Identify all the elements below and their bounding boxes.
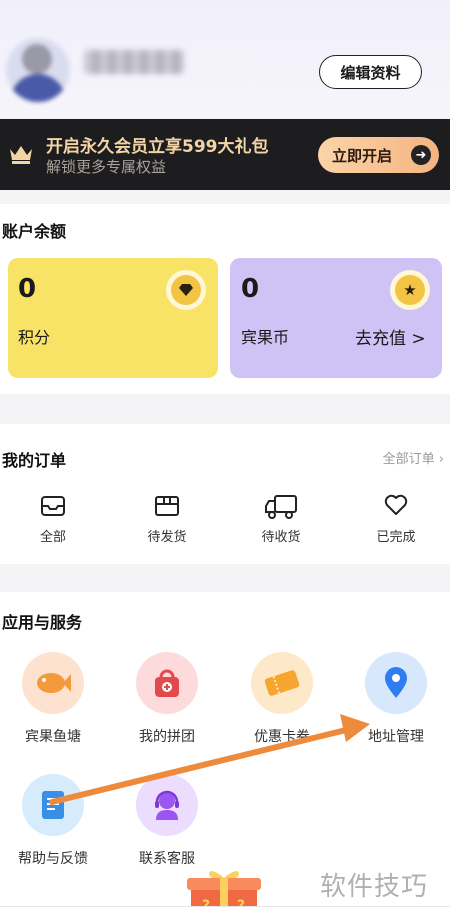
service-help-label: 帮助与反馈 [18,851,88,867]
balance-title: 账户余额 [2,222,67,241]
service-help[interactable]: 帮助与反馈 [3,774,103,868]
document-icon [22,774,84,836]
vip-open-button[interactable]: 立即开启 ➜ [318,137,439,173]
coins-card[interactable]: 0 宾果币 去充值 > ★ [230,258,442,378]
service-coupons-label: 优惠卡券 [254,729,310,745]
points-card[interactable]: 0 积分 [8,258,218,378]
order-all[interactable]: 全部 [8,494,98,545]
avatar[interactable] [6,38,70,102]
bottom-nav-bar [0,906,450,918]
service-customer-support-label: 联系客服 [139,851,195,867]
location-pin-icon [365,652,427,714]
coins-label: 宾果币 [241,328,290,347]
shopping-bag-icon [136,652,198,714]
service-group-buy[interactable]: 我的拼团 [117,652,217,746]
order-pending-receive-label: 待收货 [261,530,301,545]
order-pending-receive[interactable]: 待收货 [236,494,326,545]
orders-title: 我的订单 [2,451,67,470]
service-address-label: 地址管理 [368,729,424,745]
crown-icon [10,146,32,164]
watermark: 软件技巧 [320,872,429,902]
star-icon: ★ [390,270,430,310]
fish-icon [22,652,84,714]
order-completed-label: 已完成 [376,530,416,545]
vip-subtitle: 解锁更多专属权益 [46,158,167,176]
service-group-buy-label: 我的拼团 [139,729,195,745]
all-orders-link[interactable]: 全部订单 › [383,448,444,467]
order-completed[interactable]: 已完成 [351,494,441,545]
customer-service-icon [136,774,198,836]
truck-icon [265,495,297,519]
vip-open-label: 立即开启 [332,146,393,165]
vip-title: 开启永久会员立享599大礼包 [46,137,269,157]
services-title: 应用与服务 [2,613,83,632]
recharge-link[interactable]: 去充值 > [355,324,426,349]
points-value: 0 [18,274,37,304]
service-address[interactable]: 地址管理 [346,652,446,746]
service-fish-pond-label: 宾果鱼塘 [25,729,81,745]
order-pending-ship-label: 待发货 [147,530,187,545]
order-pending-ship[interactable]: 待发货 [122,494,212,545]
coupon-icon [251,652,313,714]
edit-profile-button[interactable]: 编辑资料 [319,55,422,89]
inbox-icon [41,496,65,516]
coins-value: 0 [241,274,260,304]
username-blurred [84,50,184,74]
heart-icon [384,494,408,515]
service-coupons[interactable]: 优惠卡券 [232,652,332,746]
package-icon [155,496,179,516]
diamond-icon [166,270,206,310]
service-customer-support[interactable]: 联系客服 [117,774,217,868]
points-label: 积分 [18,328,51,347]
order-all-label: 全部 [39,530,66,545]
service-fish-pond[interactable]: 宾果鱼塘 [3,652,103,746]
arrow-right-icon: ➜ [411,145,431,165]
